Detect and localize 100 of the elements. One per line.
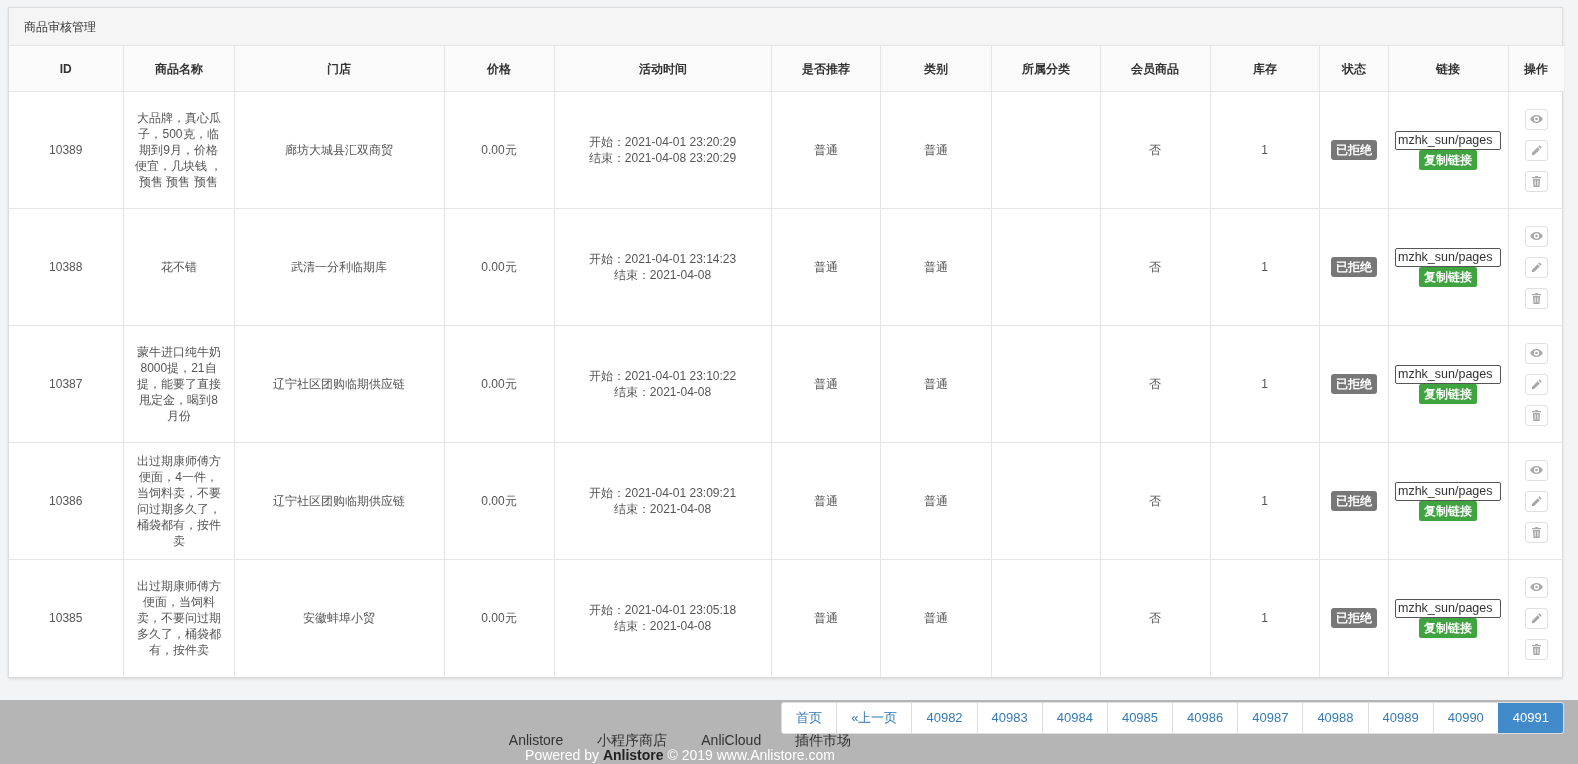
table-cell: 否 [1100, 208, 1210, 326]
table-cell: 开始：2021-04-01 23:10:22 结束：2021-04-08 [554, 325, 771, 443]
table-cell: 0.00元 [444, 559, 554, 677]
table-cell: 否 [1100, 559, 1210, 677]
column-header: 所属分类 [991, 45, 1100, 92]
table-cell: 出过期康师傅方便面，4一件，当饲料卖，不要问过期多久了，桶袋都有，按件卖 [123, 442, 234, 560]
copy-link-button[interactable]: 复制链接 [1419, 383, 1477, 404]
trash-icon [1531, 643, 1541, 655]
table-cell: 普通 [880, 91, 991, 209]
table-cell: 否 [1100, 91, 1210, 209]
table-cell: 10387 [9, 325, 123, 443]
footer-link[interactable]: 小程序商店 [597, 733, 668, 748]
eye-icon [1529, 466, 1543, 474]
status-badge: 已拒绝 [1330, 140, 1377, 160]
footer-link[interactable]: 插件市场 [795, 733, 852, 748]
table-cell: 出过期康师傅方便面，当饲料卖，不要问过期多久了，桶袋都有，按件卖 [123, 559, 234, 677]
table-cell: 普通 [880, 559, 991, 677]
copy-link-button[interactable]: 复制链接 [1419, 266, 1477, 287]
copy-link-button[interactable]: 复制链接 [1419, 617, 1477, 638]
column-header: 操作 [1508, 45, 1564, 92]
pencil-icon [1530, 378, 1542, 390]
edit-button[interactable] [1524, 607, 1548, 629]
table-cell: 0.00元 [444, 325, 554, 443]
link-field[interactable]: mzhk_sun/pages [1395, 247, 1501, 267]
column-header: ID [9, 45, 123, 92]
link-field[interactable]: mzhk_sun/pages [1395, 364, 1501, 384]
table-cell: 10389 [9, 91, 123, 209]
delete-button[interactable] [1524, 638, 1548, 660]
panel-title: 商品审核管理 [24, 18, 96, 36]
table-cell: 1 [1210, 559, 1319, 677]
table-cell: 1 [1210, 208, 1319, 326]
table-cell: 普通 [880, 325, 991, 443]
table-cell: 大品牌，真心瓜子，500克，临期到9月，价格便宜，几块钱 ，预售 预售 预售 [123, 91, 234, 209]
table-cell: 安徽蚌埠小贸 [234, 559, 444, 677]
table-cell: 1 [1210, 325, 1319, 443]
table-cell: 花不错 [123, 208, 234, 326]
table-cell: 开始：2021-04-01 23:05:18 结束：2021-04-08 [554, 559, 771, 677]
edit-button[interactable] [1524, 139, 1548, 161]
link-field[interactable]: mzhk_sun/pages [1395, 598, 1501, 618]
table-cell: 武清一分利临期库 [234, 208, 444, 326]
table-cell: 辽宁社区团购临期供应链 [234, 442, 444, 560]
edit-button[interactable] [1524, 256, 1548, 278]
column-header: 是否推荐 [771, 45, 880, 92]
column-header: 库存 [1210, 45, 1319, 92]
footer-link[interactable]: Anlistore [508, 733, 564, 748]
table-cell: 0.00元 [444, 442, 554, 560]
status-badge: 已拒绝 [1330, 608, 1377, 629]
table-cell: 开始：2021-04-01 23:09:21 结束：2021-04-08 [554, 442, 771, 560]
column-header: 类别 [880, 45, 991, 92]
table-cell: 开始：2021-04-01 23:14:23 结束：2021-04-08 [554, 208, 771, 326]
page-link[interactable]: 40991 [1497, 703, 1563, 733]
column-header: 门店 [234, 45, 444, 92]
table-cell: 否 [1100, 325, 1210, 443]
edit-button[interactable] [1524, 373, 1548, 395]
table-cell: 10386 [9, 442, 123, 560]
status-badge: 已拒绝 [1330, 257, 1377, 277]
trash-icon [1531, 526, 1541, 538]
copy-link-button[interactable]: 复制链接 [1419, 149, 1477, 170]
table-cell: 否 [1100, 442, 1210, 560]
table-cell: 廊坊大城县汇双商贸 [234, 91, 444, 209]
view-button[interactable] [1524, 459, 1548, 481]
eye-icon [1529, 349, 1543, 357]
table-cell: 1 [1210, 442, 1319, 560]
table-cell: 1 [1210, 91, 1319, 209]
delete-button[interactable] [1524, 287, 1548, 309]
table-cell: 普通 [771, 559, 880, 677]
table-cell: 普通 [771, 91, 880, 209]
table-cell: 0.00元 [444, 91, 554, 209]
pencil-icon [1530, 261, 1542, 273]
table-cell: 0.00元 [444, 208, 554, 326]
table-cell: 蒙牛进口纯牛奶8000提，21自提，能要了直接甩定金，喝到8月份 [123, 325, 234, 443]
table-cell: 10385 [9, 559, 123, 677]
trash-icon [1531, 175, 1541, 187]
column-header: 链接 [1388, 45, 1508, 92]
link-field[interactable]: mzhk_sun/pages [1395, 481, 1501, 501]
view-button[interactable] [1524, 225, 1548, 247]
view-button[interactable] [1524, 342, 1548, 364]
column-header: 状态 [1319, 45, 1388, 92]
table-cell: 开始：2021-04-01 23:20:29 结束：2021-04-08 23:20:29 [554, 91, 771, 209]
table-cell: 辽宁社区团购临期供应链 [234, 325, 444, 443]
table-cell: 普通 [880, 442, 991, 560]
eye-icon [1529, 115, 1543, 123]
link-field[interactable]: mzhk_sun/pages [1395, 130, 1501, 150]
column-header: 会员商品 [1100, 45, 1210, 92]
table-cell: 普通 [771, 442, 880, 560]
delete-button[interactable] [1524, 404, 1548, 426]
delete-button[interactable] [1524, 521, 1548, 543]
status-badge: 已拒绝 [1330, 374, 1377, 394]
delete-button[interactable] [1524, 170, 1548, 192]
view-button[interactable] [1524, 108, 1548, 130]
view-button[interactable] [1524, 576, 1548, 598]
trash-icon [1531, 292, 1541, 304]
column-header: 价格 [444, 45, 554, 92]
table-cell: 普通 [771, 325, 880, 443]
copy-link-button[interactable]: 复制链接 [1419, 500, 1477, 521]
trash-icon [1531, 409, 1541, 421]
edit-button[interactable] [1524, 490, 1548, 512]
footer-link[interactable]: AnliCloud [701, 733, 762, 748]
column-header: 活动时间 [554, 45, 771, 92]
table-cell: 普通 [880, 208, 991, 326]
